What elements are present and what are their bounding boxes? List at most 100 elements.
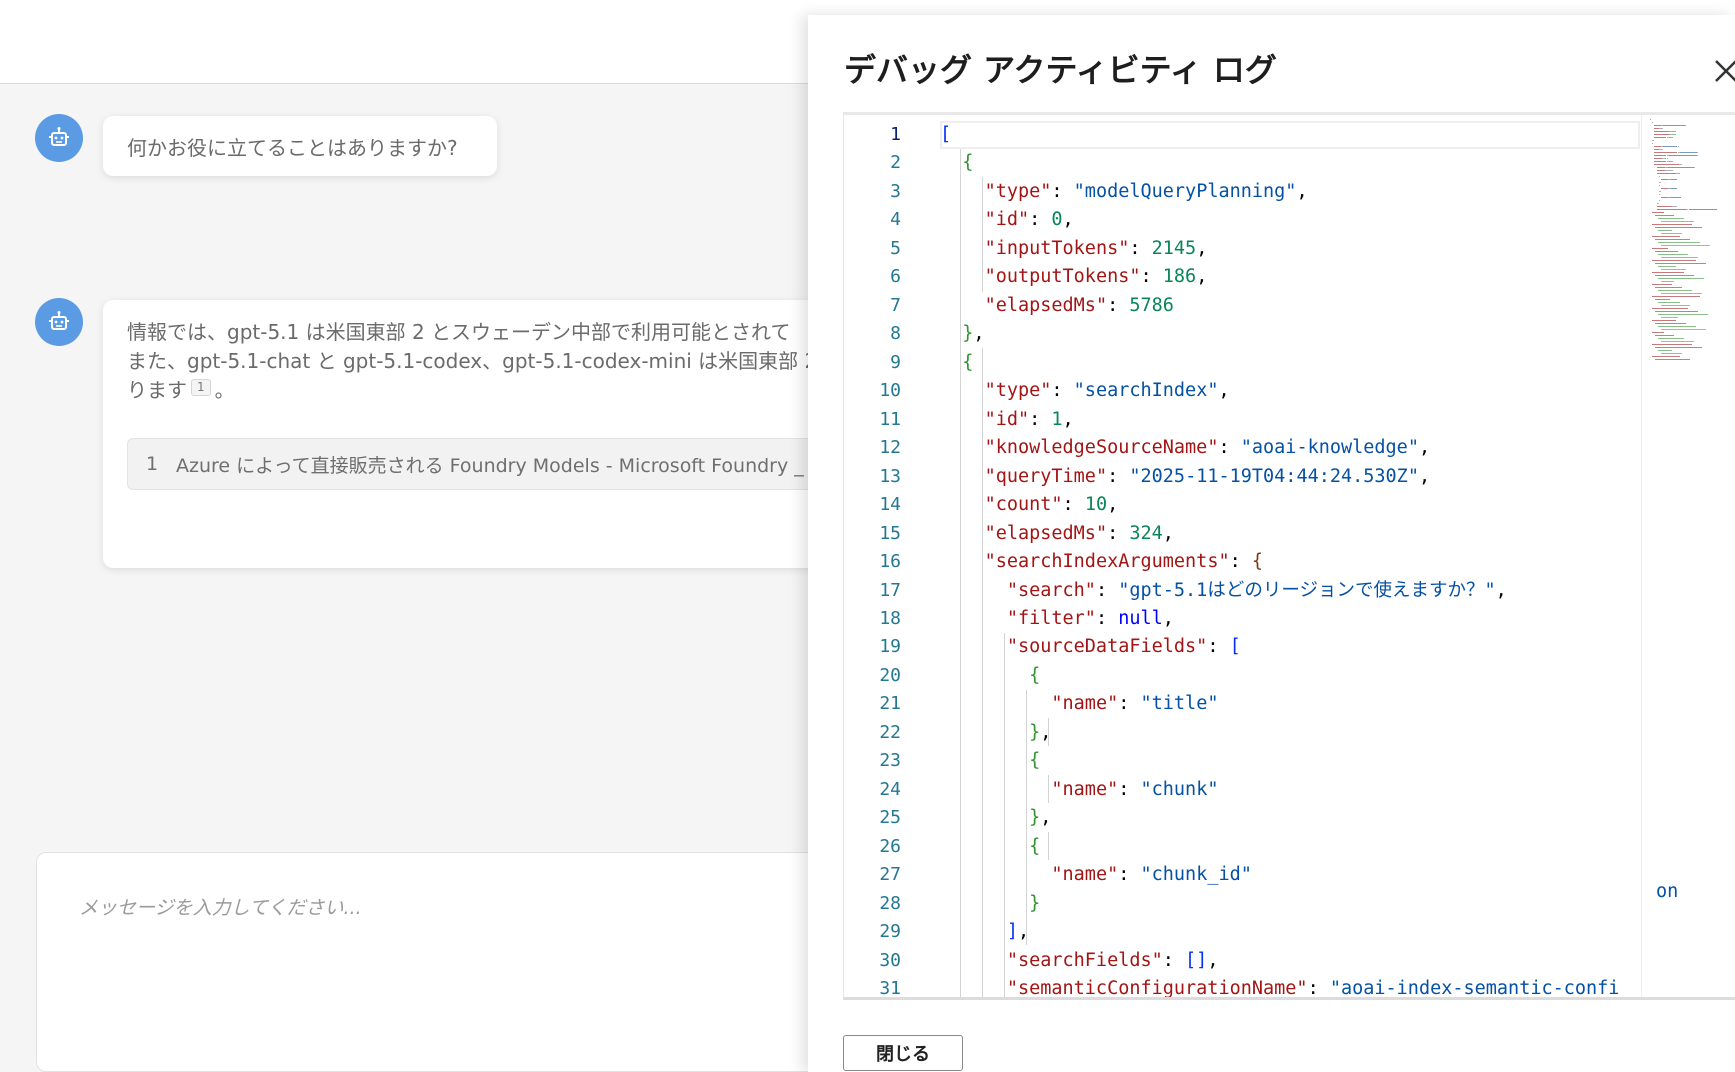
minimap-segment [1658,278,1704,279]
minimap-segment [1655,347,1702,348]
minimap-segment [1669,179,1678,180]
indent-guide [1048,775,1049,803]
code-line: { [940,149,1640,177]
minimap-segment [1658,242,1700,243]
minimap-segment [1661,341,1694,342]
minimap-segment [1672,170,1674,171]
minimap-segment [1658,176,1660,177]
code-line: { [940,747,1640,775]
code-line: "searchFields": [], [940,947,1640,975]
minimap-segment [1676,206,1678,207]
code-token: : [1307,978,1330,1000]
code-line: "inputTokens": 2145, [940,235,1640,263]
close-icon[interactable] [1706,51,1735,91]
line-number: 8 [890,323,901,345]
code-token: "count" [984,494,1063,516]
minimap-segment [1661,329,1706,330]
code-token: 0 [1051,209,1063,231]
line-number: 26 [879,835,901,857]
minimap-segment [1652,236,1680,237]
code-line: ], [940,918,1640,946]
minimap-segment [1654,152,1678,153]
code-token: : [1029,408,1052,430]
minimap-segment [1661,293,1702,294]
code-token: } [1029,721,1041,743]
line-number: 29 [879,921,901,943]
minimap-segment [1672,161,1674,162]
line-number: 13 [879,465,901,487]
code-token: , [1418,465,1431,487]
minimap-segment [1697,155,1699,156]
code-area[interactable]: [ { "type": "modelQueryPlanning", "id": … [940,121,1640,1000]
minimap-segment [1658,266,1676,267]
line-number: 16 [879,551,901,573]
close-button[interactable]: 閉じる [843,1035,963,1071]
code-token: "2025-11-19T04:44:24.530Z" [1129,465,1419,487]
minimap-segment [1658,185,1660,186]
code-token: "semanticConfigurationName" [1006,978,1308,1000]
minimap-segment [1661,221,1694,222]
minimap-segment [1694,167,1696,168]
editor-minimap[interactable] [1641,115,1735,997]
citation-title: Azure によって直接販売される Foundry Models - Micro… [176,454,832,477]
minimap-segment [1659,191,1661,192]
line-number: 11 [879,408,901,430]
minimap-segment [1661,197,1668,198]
indent-guide [1004,633,1005,997]
code-line: "semanticConfigurationName": "aoai-index… [940,975,1640,1000]
code-token: "name" [1051,864,1119,886]
line-number: 18 [879,607,901,629]
code-line: "name": "title" [940,690,1640,718]
minimap-segment [1656,209,1687,210]
code-token: : [1107,522,1130,544]
code-token: : [1029,209,1052,231]
code-token: "aoai-index-semantic-confi [1329,978,1620,1000]
code-token: : [1129,237,1152,259]
minimap-segment [1656,170,1666,171]
minimap-segment [1654,137,1667,138]
code-token: "searchFields" [1006,949,1163,971]
json-editor[interactable]: 1 2 3 4 5 6 7 8 9 10 11 12 13 14 15 16 17 18 19 20 21 22 23 24 2… [843,112,1735,1000]
citation-marker[interactable]: 1 [191,379,211,396]
code-token: { [1029,835,1041,857]
code-token: 186 [1162,266,1197,288]
code-line: "type": "modelQueryPlanning", [940,178,1640,206]
code-token: , [1296,180,1308,202]
code-token: , [1418,437,1431,459]
indent-guide [1048,832,1049,860]
code-token: , [1062,209,1074,231]
code-line: "id": 0, [940,206,1640,234]
minimap-segment [1655,263,1706,264]
code-token: , [1495,579,1507,601]
minimap-segment [1661,305,1690,306]
minimap-segment [1656,167,1666,168]
minimap-segment [1661,281,1674,282]
line-number: 30 [879,949,901,971]
indent-guide [1048,718,1049,746]
line-number: 4 [890,209,901,231]
code-token: "search" [1006,579,1096,601]
code-token: { [962,152,974,174]
minimap-segment [1662,128,1664,129]
minimap-segment [1663,125,1686,126]
code-line: { [940,833,1640,861]
code-line: }, [940,320,1640,348]
minimap-segment [1655,275,1694,276]
minimap-segment [1652,248,1668,249]
code-line: "queryTime": "2025-11-19T04:44:24.530Z", [940,463,1640,491]
minimap-segment [1655,335,1674,336]
minimap-segment [1655,251,1678,252]
minimap-segment [1661,245,1710,246]
minimap-segment [1652,332,1664,333]
code-token: } [1029,807,1041,829]
